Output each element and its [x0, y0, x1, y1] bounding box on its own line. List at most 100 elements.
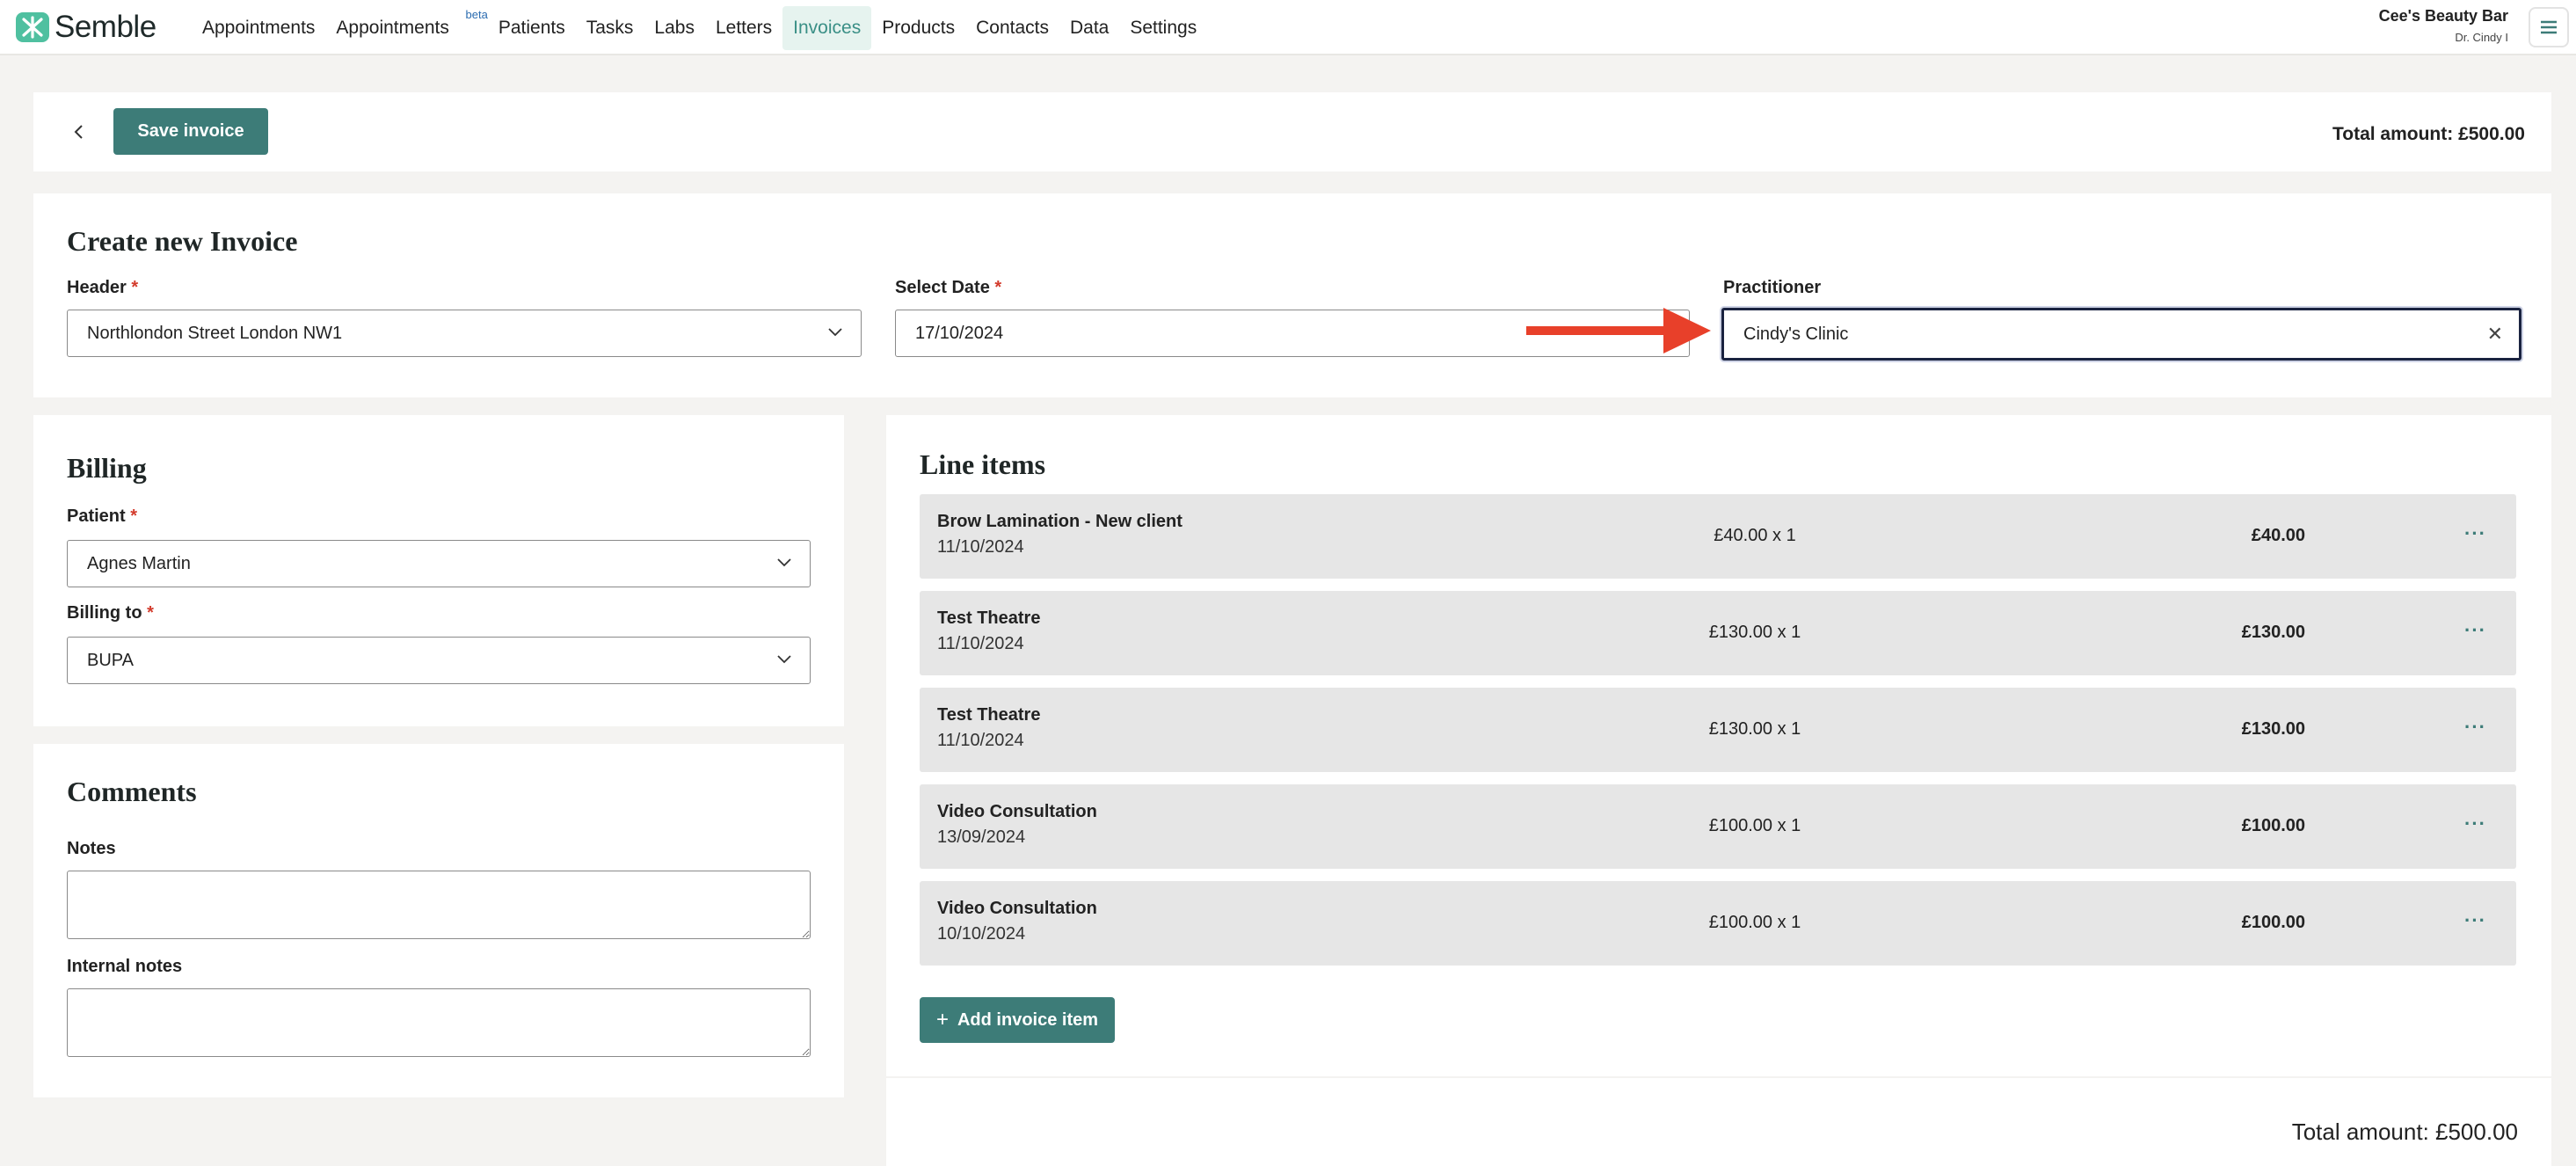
nav-labs[interactable]: Labs [644, 6, 705, 50]
nav-label: Products [882, 17, 956, 38]
nav-label: Letters [715, 17, 773, 38]
nav-label: Data [1069, 17, 1110, 38]
select-value: Agnes Martin [87, 553, 191, 573]
nav-appointments-beta[interactable]: Appointments beta [325, 6, 487, 50]
line-item-qty: £100.00 x 1 [1708, 913, 1801, 932]
notes-label: Notes [67, 839, 116, 858]
line-items-title: Line items [920, 448, 1046, 480]
main-nav: Appointments Appointments beta Patients T… [192, 0, 1207, 55]
nav-label: Appointments [336, 17, 449, 38]
add-invoice-item-button[interactable]: + Add invoice item [920, 997, 1115, 1043]
total-card: Total amount: £500.00 [886, 1078, 2551, 1166]
line-item-date: 11/10/2024 [937, 731, 1024, 750]
line-item-qty: £130.00 x 1 [1708, 719, 1801, 739]
required-marker: * [131, 278, 139, 297]
required-marker: * [147, 603, 154, 623]
nav-letters[interactable]: Letters [705, 6, 782, 50]
line-item-qty: £100.00 x 1 [1708, 816, 1801, 835]
select-value: Cindy's Clinic [1743, 324, 1849, 344]
line-item-name: Brow Lamination - New client [937, 512, 1182, 531]
comments-title: Comments [67, 776, 197, 807]
nav-label: Appointments [202, 17, 316, 38]
line-items-card: Line items Brow Lamination - New client … [886, 415, 2551, 1076]
save-invoice-button[interactable]: Save invoice [113, 108, 268, 155]
notes-textarea[interactable] [67, 871, 811, 939]
nav-contacts[interactable]: Contacts [965, 6, 1059, 50]
line-item-date: 11/10/2024 [937, 537, 1024, 557]
line-item-qty: £130.00 x 1 [1708, 623, 1801, 642]
annotation-arrow-icon [1526, 308, 1711, 353]
label-text: Billing to [67, 603, 142, 623]
nav-label: Patients [498, 17, 565, 38]
nav-appointments[interactable]: Appointments [192, 6, 325, 50]
line-item-row[interactable]: Video Consultation 13/09/2024 £100.00 x … [920, 784, 2516, 869]
more-options-icon[interactable]: ··· [2464, 716, 2486, 739]
date-label: Select Date * [895, 278, 1001, 298]
line-item-name: Test Theatre [937, 609, 1041, 628]
nav-label: Labs [654, 17, 695, 38]
chevron-down-icon [777, 655, 791, 664]
line-item-amount: £40.00 [2251, 526, 2305, 545]
more-options-icon[interactable]: ··· [2464, 619, 2486, 642]
line-item-amount: £130.00 [2241, 623, 2305, 642]
line-item-name: Test Theatre [937, 705, 1041, 725]
line-item-name: Video Consultation [937, 899, 1097, 918]
back-button[interactable] [65, 119, 91, 145]
total-amount-header: Total amount: £500.00 [2332, 124, 2525, 144]
nav-tasks[interactable]: Tasks [576, 6, 644, 50]
internal-notes-label: Internal notes [67, 957, 183, 976]
line-item-date: 10/10/2024 [937, 924, 1026, 944]
line-item-qty: £40.00 x 1 [1714, 526, 1796, 545]
hamburger-icon [2541, 20, 2557, 34]
semble-logo-icon [16, 12, 49, 42]
label-text: Patient [67, 506, 126, 526]
total-amount-footer: Total amount: £500.00 [2291, 1119, 2518, 1145]
more-options-icon[interactable]: ··· [2464, 909, 2486, 932]
chevron-down-icon [828, 328, 842, 337]
button-label: Add invoice item [957, 1009, 1099, 1030]
more-options-icon[interactable]: ··· [2464, 813, 2486, 835]
account-info[interactable]: Cee's Beauty Bar Dr. Cindy I [2379, 7, 2508, 44]
billing-to-label: Billing to * [67, 603, 154, 623]
practitioner-select[interactable]: Cindy's Clinic ✕ [1721, 308, 2521, 361]
practitioner-label: Practitioner [1723, 278, 1822, 297]
billing-to-select[interactable]: BUPA [67, 637, 811, 684]
line-item-row[interactable]: Brow Lamination - New client 11/10/2024 … [920, 494, 2516, 579]
clear-icon[interactable]: ✕ [2487, 323, 2503, 346]
beta-badge: beta [465, 7, 488, 21]
label-text: Select Date [895, 278, 990, 297]
header-label: Header * [67, 278, 138, 298]
nav-data[interactable]: Data [1059, 6, 1119, 50]
line-item-amount: £100.00 [2241, 816, 2305, 835]
hamburger-menu-button[interactable] [2529, 7, 2569, 47]
top-nav: Semble Appointments Appointments beta Pat… [0, 0, 2576, 55]
nav-products[interactable]: Products [871, 6, 965, 50]
line-item-row[interactable]: Video Consultation 10/10/2024 £100.00 x … [920, 881, 2516, 966]
line-item-row[interactable]: Test Theatre 11/10/2024 £130.00 x 1 £130… [920, 591, 2516, 675]
nav-label: Invoices [793, 17, 862, 38]
nav-patients[interactable]: Patients [488, 6, 576, 50]
line-item-date: 13/09/2024 [937, 827, 1026, 847]
invoice-toolbar: Save invoice Total amount: £500.00 [33, 92, 2551, 171]
internal-notes-textarea[interactable] [67, 988, 811, 1057]
billing-title: Billing [67, 452, 147, 484]
nav-invoices[interactable]: Invoices [782, 5, 872, 50]
chevron-left-icon [74, 125, 83, 139]
brand-logo[interactable]: Semble [16, 10, 156, 44]
patient-select[interactable]: Agnes Martin [67, 540, 811, 587]
header-select[interactable]: Northlondon Street London NW1 [67, 310, 862, 357]
label-text: Header [67, 278, 127, 297]
nav-label: Contacts [976, 17, 1049, 38]
patient-label: Patient * [67, 506, 137, 527]
create-invoice-card: Create new Invoice Header * Northlondon … [33, 193, 2551, 397]
line-item-row[interactable]: Test Theatre 11/10/2024 £130.00 x 1 £130… [920, 688, 2516, 772]
line-item-date: 11/10/2024 [937, 634, 1024, 653]
more-options-icon[interactable]: ··· [2464, 522, 2486, 545]
line-item-name: Video Consultation [937, 802, 1097, 821]
required-marker: * [994, 278, 1002, 297]
user-name: Dr. Cindy I [2455, 31, 2508, 44]
billing-card: Billing Patient * Agnes Martin Billing t… [33, 415, 844, 726]
page-title: Create new Invoice [67, 225, 298, 257]
required-marker: * [130, 506, 138, 526]
nav-settings[interactable]: Settings [1119, 6, 1207, 50]
